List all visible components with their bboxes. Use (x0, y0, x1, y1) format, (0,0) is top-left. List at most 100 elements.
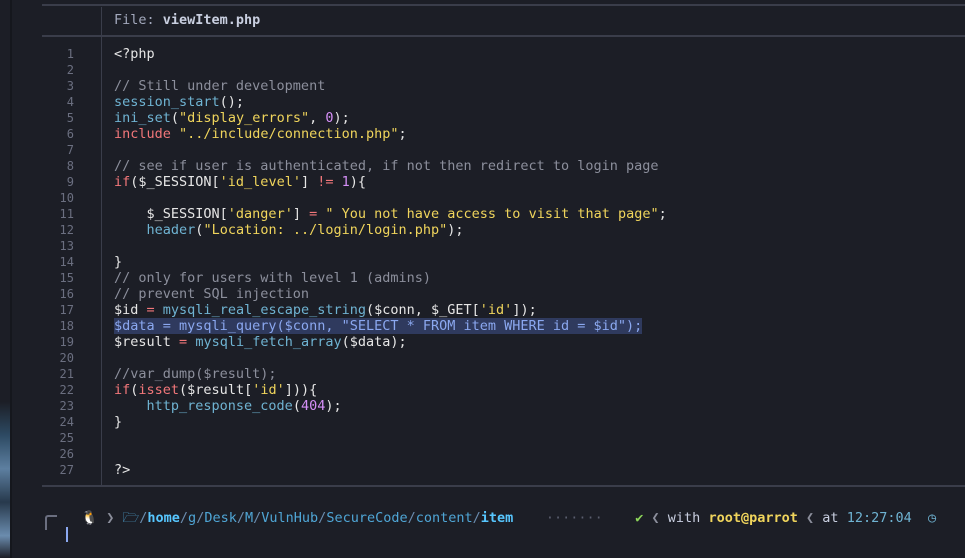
code-area[interactable]: 1 <?php 2 3// Still under development 4 sessi… (42, 37, 965, 485)
code-token: 404 (300, 398, 326, 414)
line-number: 13 (59, 239, 74, 253)
viewer-bottom-rule (42, 485, 965, 487)
path-segment: content (415, 510, 473, 526)
path-segment: item (480, 510, 514, 526)
code-token: ] (292, 206, 310, 222)
code-line: // only for users with level 1 (admins) (114, 270, 431, 286)
clock-icon: ◷ (927, 510, 937, 526)
code-token: ($conn, $_GET[ (366, 302, 480, 318)
code-line: } (114, 254, 122, 270)
line-number: 17 (59, 303, 74, 317)
shell-prompt: 🐧 ❯ 🗁/home/g/Desk/M/VulnHub/SecureCode/c… (0, 505, 965, 530)
prompt-time: 12:27:04 (846, 510, 912, 526)
code-token: // see if user is authenticated, if not … (114, 158, 659, 174)
at-label: at (822, 510, 839, 526)
line-number: 3 (66, 79, 74, 93)
line-number: 25 (59, 431, 74, 445)
left-window-edge (0, 0, 10, 558)
line-number: 1 (66, 47, 74, 61)
code-token: ?> (114, 462, 131, 478)
code-token: = (179, 334, 188, 350)
path-segment: g (188, 510, 197, 526)
code-token: // only for users with level 1 (admins) (114, 270, 431, 286)
code-token: mysqli_fetch_array (195, 334, 342, 350)
code-token: $result (114, 334, 180, 350)
code-token: "Location: ../login/login.php" (203, 222, 448, 238)
code-token: isset (138, 382, 180, 398)
code-token: 'id_level' (219, 174, 301, 190)
path-segment: / (472, 510, 481, 526)
line-number: 8 (66, 159, 74, 173)
code-token: 'id' (252, 382, 285, 398)
with-label: with (667, 510, 701, 526)
code-token: ])){ (284, 382, 318, 398)
code-token: include (114, 126, 171, 142)
folder-icon: 🗁 (122, 510, 140, 526)
code-token: ( (170, 110, 180, 126)
prompt-corner-glyph (45, 515, 57, 530)
line-number: 6 (66, 127, 74, 141)
code-line: $_SESSION['danger'] = " You not have acc… (114, 206, 667, 222)
code-token: <?php (114, 46, 155, 62)
code-token: = (309, 206, 318, 222)
code-token: } (114, 254, 123, 270)
code-token: $data = mysqli_query($conn, "SELECT * FR… (114, 318, 643, 334)
code-line: ?> (114, 462, 130, 478)
code-token: 1 (341, 174, 350, 190)
code-line: // see if user is authenticated, if not … (114, 158, 659, 174)
code-token: $id (114, 302, 147, 318)
user-host: root@parrot (708, 510, 798, 526)
code-token: = (146, 302, 155, 318)
code-token: if (114, 174, 131, 190)
line-number: 7 (66, 143, 74, 157)
path-segment: M (244, 510, 254, 526)
line-number: 22 (59, 383, 74, 397)
code-line: if($_SESSION['id_level'] != 1){ (114, 174, 366, 190)
code-token: != (317, 174, 334, 190)
code-token: ($data); (341, 334, 407, 350)
code-line: // prevent SQL injection (114, 286, 309, 302)
line-number: 12 (59, 223, 74, 237)
line-number: 14 (59, 255, 74, 269)
code-line: header("Location: ../login/login.php"); (114, 222, 464, 238)
line-number: 10 (59, 191, 74, 205)
file-name: viewItem.php (162, 12, 261, 28)
code-line-highlighted: $data = mysqli_query($conn, "SELECT * FR… (114, 318, 643, 334)
path-segment: / (179, 510, 189, 526)
path-segment: SecureCode (326, 510, 408, 526)
line-number: 23 (59, 399, 74, 413)
left-window-divider (10, 0, 12, 558)
code-line: session_start(); (114, 94, 244, 110)
code-token: 0 (325, 110, 334, 126)
header-top-rule (42, 4, 965, 6)
code-token: $_SESSION[ (114, 206, 228, 222)
code-token: header (146, 222, 196, 238)
path-segment: VulnHub (261, 510, 319, 526)
line-number: 21 (59, 367, 74, 381)
line-number: 15 (59, 271, 74, 285)
chevron-left-icon: ❮ (651, 510, 660, 526)
terminal-cursor[interactable] (66, 527, 68, 542)
chevron-left-icon: ❮ (806, 510, 815, 526)
code-token: (); (219, 94, 245, 110)
code-token: ($result[ (179, 382, 253, 398)
line-number: 11 (59, 207, 74, 221)
code-token: ( (292, 398, 301, 414)
code-token: ){ (349, 174, 367, 190)
code-token: ]); (512, 302, 537, 318)
code-line: ini_set("display_errors", 0); (114, 110, 350, 126)
prompt-filler-dots: ······· (545, 510, 603, 526)
line-number: 16 (59, 287, 74, 301)
line-number: 27 (59, 463, 74, 477)
line-number: 9 (66, 175, 74, 189)
